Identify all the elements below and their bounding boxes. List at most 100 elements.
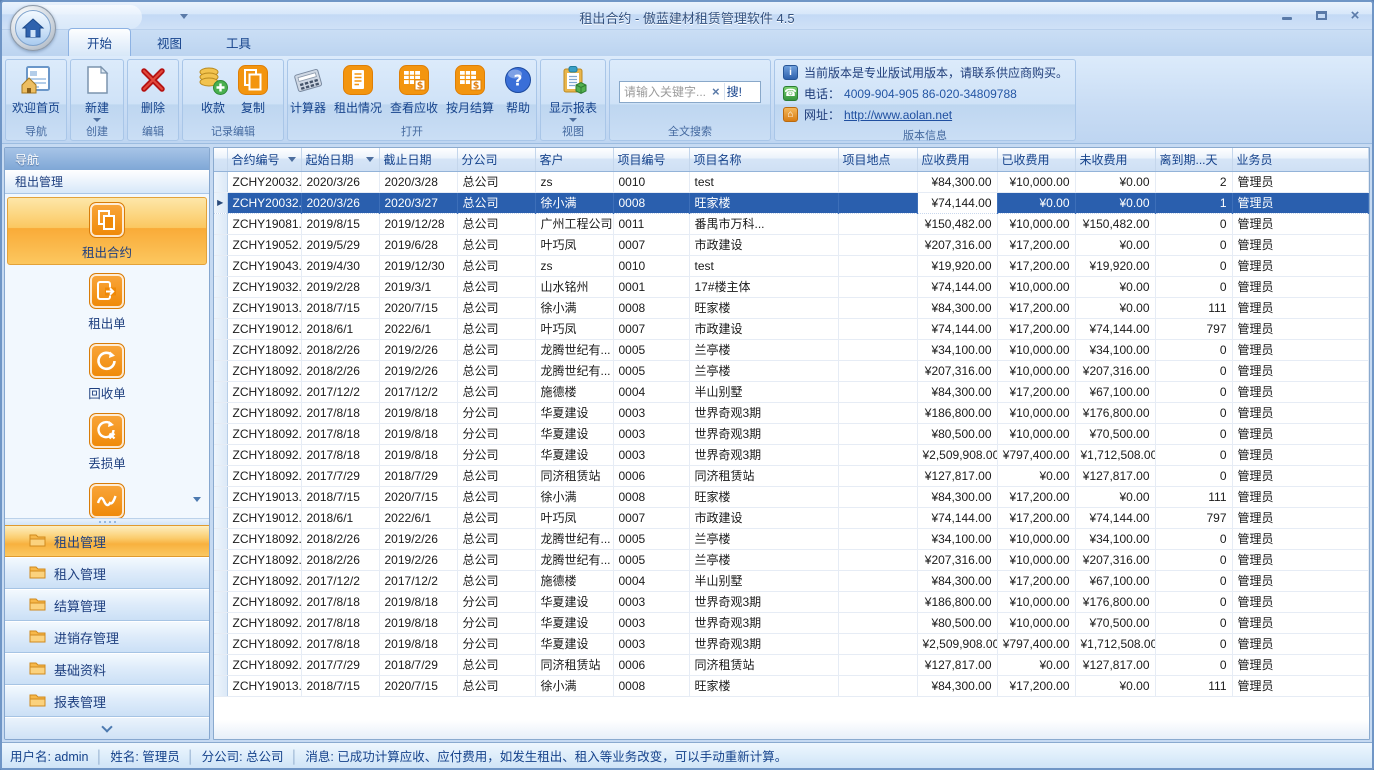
table-row[interactable]: ZCHY19052...2019/5/292019/6/28总公司叶巧凤0007… [214, 234, 1369, 255]
table-cell[interactable]: 总公司 [457, 297, 535, 318]
table-cell[interactable]: 2017/8/18 [301, 423, 379, 444]
table-cell[interactable]: 半山别墅 [689, 570, 838, 591]
table-cell[interactable]: 管理员 [1232, 633, 1369, 654]
table-cell[interactable]: 0007 [613, 507, 689, 528]
table-cell[interactable]: ¥17,200.00 [997, 255, 1075, 276]
table-cell[interactable]: 龙腾世纪有... [535, 339, 613, 360]
table-cell[interactable]: ¥0.00 [1075, 297, 1155, 318]
table-cell[interactable]: 管理员 [1232, 276, 1369, 297]
table-cell[interactable]: 市政建设 [689, 318, 838, 339]
table-cell[interactable]: 2018/7/15 [301, 486, 379, 507]
table-cell[interactable]: 0005 [613, 339, 689, 360]
table-cell[interactable] [838, 171, 917, 192]
table-cell[interactable]: 世界奇观3期 [689, 633, 838, 654]
table-cell[interactable] [838, 612, 917, 633]
table-cell[interactable]: 0 [1155, 654, 1232, 675]
table-cell[interactable]: 华夏建设 [535, 423, 613, 444]
table-cell[interactable]: 华夏建设 [535, 444, 613, 465]
table-cell[interactable]: 2019/2/28 [301, 276, 379, 297]
table-cell[interactable]: ¥207,316.00 [917, 360, 997, 381]
table-cell[interactable]: 2017/8/18 [301, 591, 379, 612]
table-cell[interactable]: ¥207,316.00 [917, 234, 997, 255]
table-cell[interactable]: ZCHY19013... [227, 675, 301, 696]
table-cell[interactable]: 管理员 [1232, 486, 1369, 507]
table-cell[interactable]: ¥0.00 [1075, 675, 1155, 696]
maximize-button[interactable] [1312, 8, 1330, 22]
table-cell[interactable]: 2017/12/2 [301, 570, 379, 591]
table-cell[interactable]: ZCHY19043... [227, 255, 301, 276]
table-cell[interactable]: ¥207,316.00 [1075, 549, 1155, 570]
table-cell[interactable]: ¥67,100.00 [1075, 381, 1155, 402]
show-report-button[interactable]: 显示报表 [545, 63, 601, 123]
table-cell[interactable]: 管理员 [1232, 318, 1369, 339]
collect-payment-button[interactable]: 收款 [193, 63, 233, 117]
table-cell[interactable]: 0 [1155, 444, 1232, 465]
table-cell[interactable]: 2017/8/18 [301, 402, 379, 423]
table-cell[interactable] [838, 423, 917, 444]
table-cell[interactable]: 同济租赁站 [689, 465, 838, 486]
table-cell[interactable]: 797 [1155, 318, 1232, 339]
table-cell[interactable]: ZCHY18092... [227, 549, 301, 570]
table-row[interactable]: ZCHY19032...2019/2/282019/3/1总公司山水铭州0001… [214, 276, 1369, 297]
table-cell[interactable]: 旺家楼 [689, 192, 838, 213]
table-cell[interactable]: 0003 [613, 444, 689, 465]
table-cell[interactable]: 0 [1155, 465, 1232, 486]
table-cell[interactable]: ¥84,300.00 [917, 171, 997, 192]
table-cell[interactable]: 2018/2/26 [301, 339, 379, 360]
table-row[interactable]: ZCHY18092...2017/7/292018/7/29总公司同济租赁站00… [214, 465, 1369, 486]
table-cell[interactable]: 总公司 [457, 318, 535, 339]
table-cell[interactable]: ZCHY19013... [227, 297, 301, 318]
table-cell[interactable]: 山水铭州 [535, 276, 613, 297]
table-cell[interactable]: 兰亭楼 [689, 528, 838, 549]
table-cell[interactable]: 0 [1155, 402, 1232, 423]
table-cell[interactable] [838, 339, 917, 360]
table-cell[interactable]: 兰亭楼 [689, 549, 838, 570]
table-row[interactable]: ZCHY18092...2018/2/262019/2/26总公司龙腾世纪有..… [214, 549, 1369, 570]
table-cell[interactable]: 施德楼 [535, 381, 613, 402]
search-input[interactable] [624, 85, 708, 99]
table-cell[interactable] [838, 465, 917, 486]
grid-empty-area[interactable] [214, 697, 1369, 740]
table-row[interactable]: ▶ZCHY20032...2020/3/262020/3/27总公司徐小满000… [214, 192, 1369, 213]
table-cell[interactable]: 管理员 [1232, 297, 1369, 318]
table-cell[interactable]: 0008 [613, 297, 689, 318]
table-cell[interactable]: 广州工程公司 [535, 213, 613, 234]
table-cell[interactable]: ZCHY20032... [227, 171, 301, 192]
table-cell[interactable]: ¥17,200.00 [997, 486, 1075, 507]
table-cell[interactable]: 0004 [613, 570, 689, 591]
table-cell[interactable]: 管理员 [1232, 255, 1369, 276]
table-cell[interactable]: ¥34,100.00 [1075, 528, 1155, 549]
table-cell[interactable]: 管理员 [1232, 234, 1369, 255]
table-cell[interactable] [838, 192, 917, 213]
table-cell[interactable] [838, 255, 917, 276]
table-cell[interactable]: ¥0.00 [1075, 276, 1155, 297]
table-cell[interactable]: 总公司 [457, 213, 535, 234]
column-header-7[interactable]: 项目地点 [838, 148, 917, 171]
calculator-button[interactable]: 计算器 [286, 63, 330, 117]
table-cell[interactable]: 2019/8/18 [379, 444, 457, 465]
table-cell[interactable]: ¥34,100.00 [917, 339, 997, 360]
table-cell[interactable]: 分公司 [457, 612, 535, 633]
close-button[interactable]: × [1346, 8, 1364, 22]
table-cell[interactable]: ZCHY19052... [227, 234, 301, 255]
table-cell[interactable]: ¥84,300.00 [917, 297, 997, 318]
table-cell[interactable]: 0 [1155, 423, 1232, 444]
table-cell[interactable]: 龙腾世纪有... [535, 360, 613, 381]
table-cell[interactable]: ¥70,500.00 [1075, 423, 1155, 444]
table-cell[interactable]: 管理员 [1232, 465, 1369, 486]
sidebar-group-rent-in-mgmt[interactable]: 租入管理 [5, 557, 209, 589]
delete-button[interactable]: 删除 [133, 63, 173, 117]
table-cell[interactable]: 徐小满 [535, 297, 613, 318]
table-cell[interactable]: 2018/2/26 [301, 360, 379, 381]
table-cell[interactable]: 0 [1155, 528, 1232, 549]
sidebar-group-base-data[interactable]: 基础资料 [5, 653, 209, 685]
table-cell[interactable]: 2020/3/26 [301, 171, 379, 192]
table-cell[interactable]: ¥84,300.00 [917, 570, 997, 591]
table-row[interactable]: ZCHY19012...2018/6/12022/6/1总公司叶巧凤0007市政… [214, 507, 1369, 528]
table-cell[interactable]: 0 [1155, 234, 1232, 255]
table-cell[interactable]: 111 [1155, 297, 1232, 318]
table-cell[interactable]: ¥10,000.00 [997, 339, 1075, 360]
table-cell[interactable]: ¥150,482.00 [917, 213, 997, 234]
table-cell[interactable]: ¥176,800.00 [1075, 591, 1155, 612]
table-cell[interactable]: 2018/6/1 [301, 318, 379, 339]
